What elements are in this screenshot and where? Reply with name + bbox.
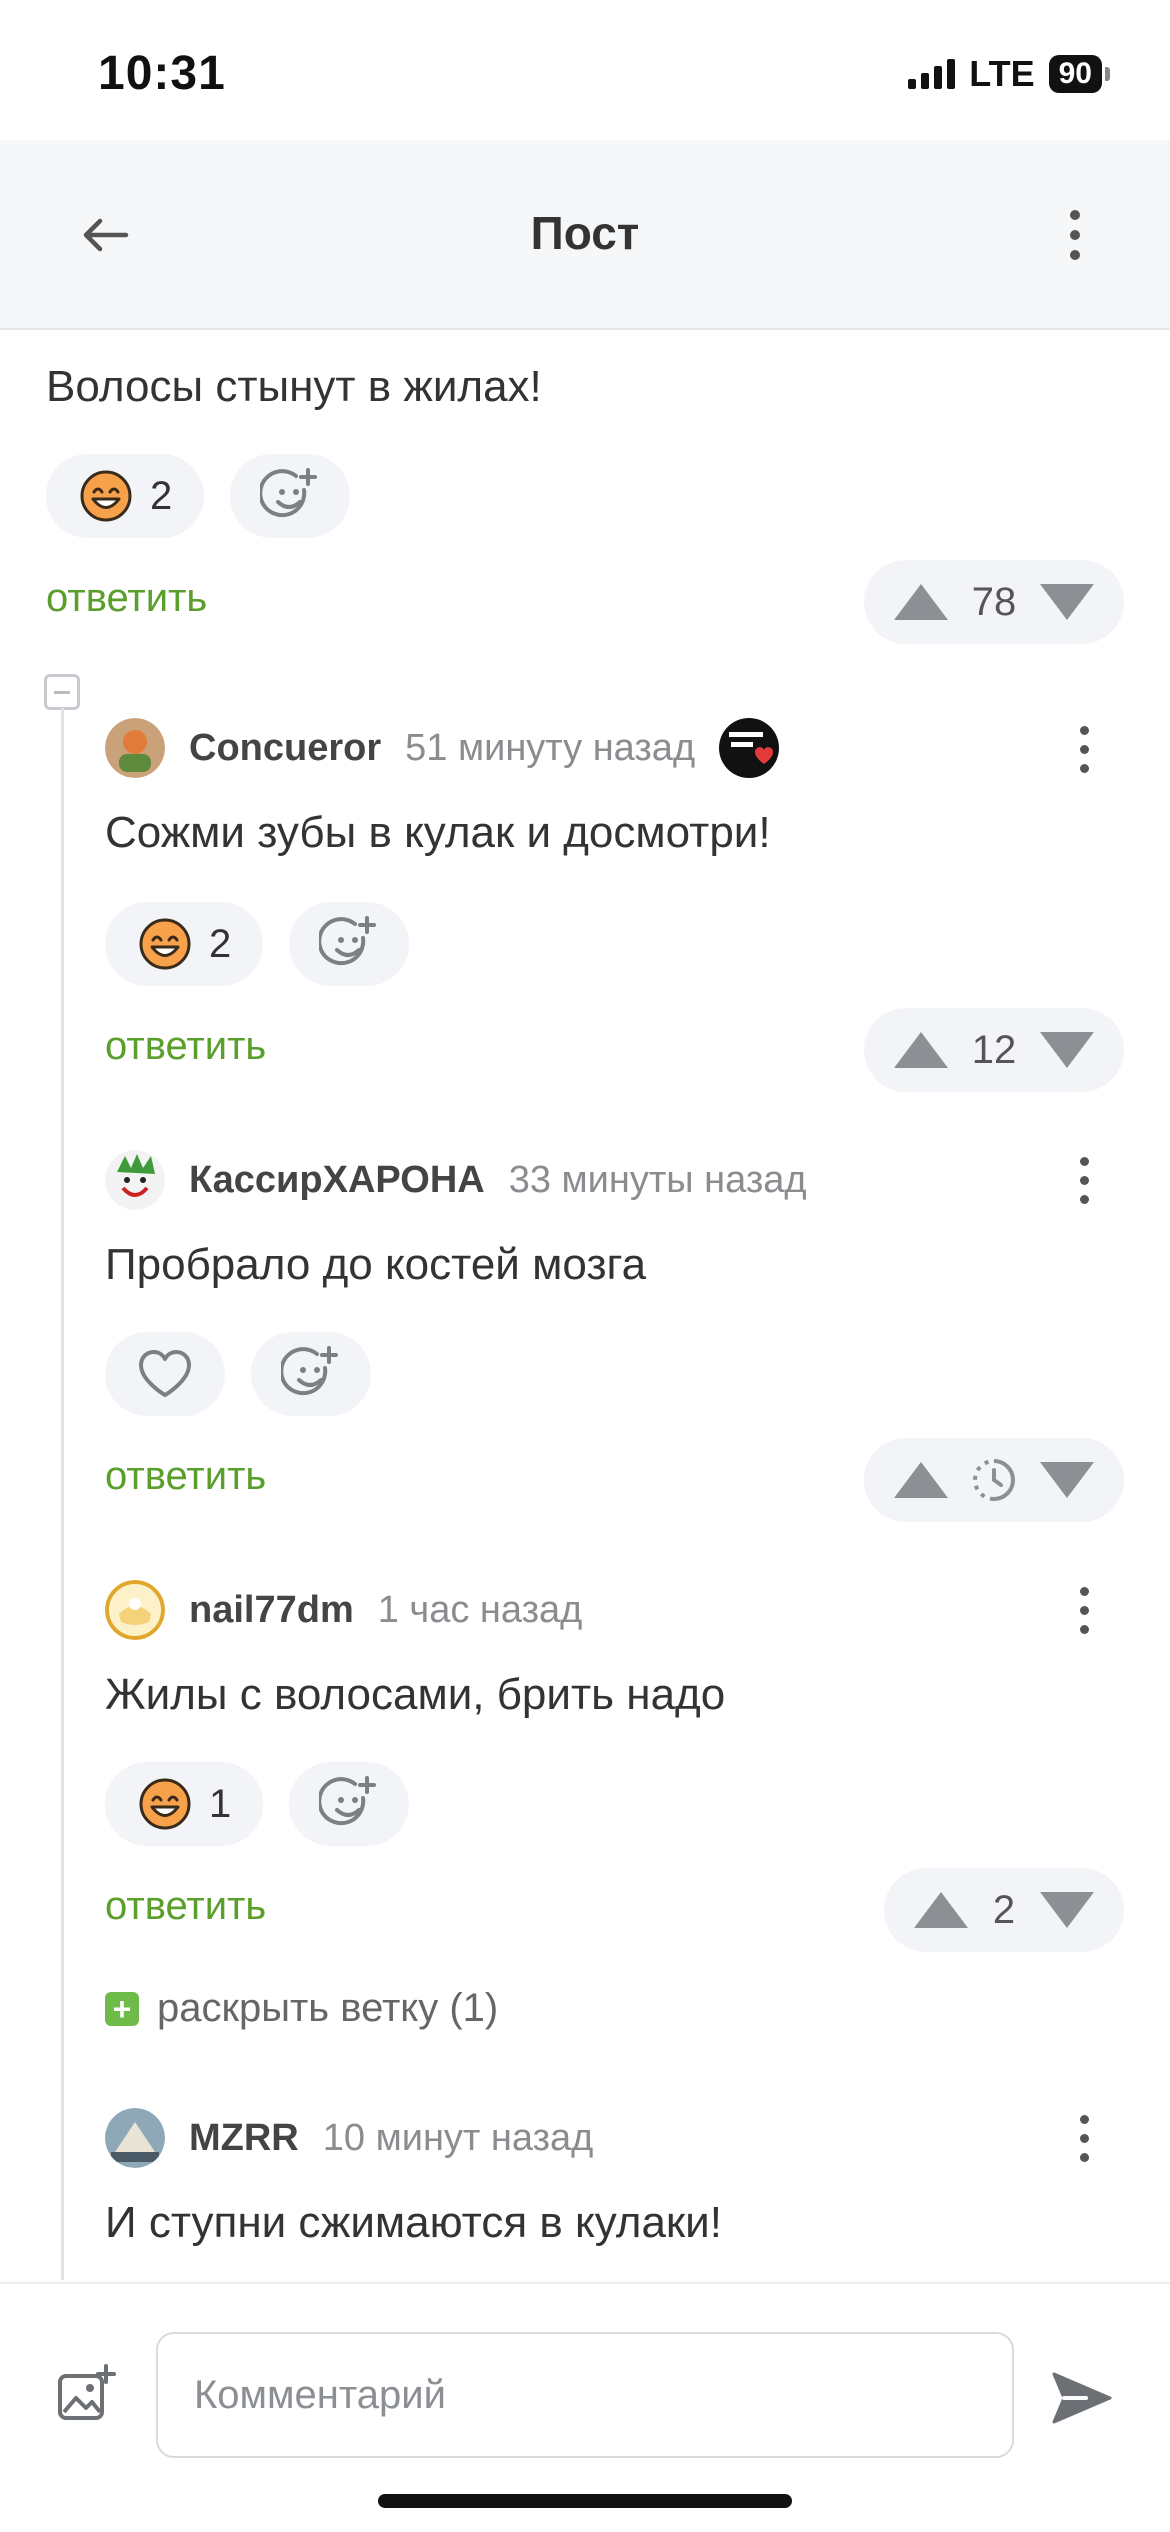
vote-box bbox=[864, 1438, 1124, 1522]
downvote-icon[interactable] bbox=[1040, 584, 1094, 620]
comment-text: Пробрало до костей мозга bbox=[105, 1240, 647, 1289]
battery-icon: 90 bbox=[1048, 55, 1110, 93]
comment-header: nail77dm 1 час назад bbox=[105, 1580, 582, 1640]
network-label: LTE bbox=[969, 53, 1035, 94]
add-image-icon bbox=[58, 2364, 116, 2420]
battery-level: 90 bbox=[1048, 55, 1102, 93]
comment-menu-button[interactable] bbox=[1064, 2103, 1104, 2173]
add-emoji-icon bbox=[260, 468, 318, 518]
reaction-pill[interactable]: 2 bbox=[105, 902, 264, 986]
add-reaction-button[interactable] bbox=[251, 1332, 371, 1416]
comment-time: 33 минуты назад bbox=[508, 1158, 807, 1201]
upvote-icon[interactable] bbox=[914, 1892, 968, 1928]
comment-time: 1 час назад bbox=[377, 1588, 583, 1631]
comment-time: 10 минут назад bbox=[322, 2116, 594, 2159]
reaction-bar: 2 bbox=[46, 454, 351, 538]
reply-link[interactable]: ответить bbox=[46, 576, 207, 621]
reaction-bar bbox=[105, 1332, 371, 1416]
smiling-face-icon bbox=[139, 1778, 191, 1830]
comment-input[interactable] bbox=[156, 2332, 1014, 2458]
avatar[interactable] bbox=[105, 1580, 165, 1640]
rating-value: 78 bbox=[971, 579, 1017, 624]
reply-link[interactable]: ответить bbox=[105, 1884, 266, 1929]
reaction-bar: 2 bbox=[105, 902, 410, 986]
collapse-thread-button[interactable] bbox=[44, 674, 80, 710]
more-vertical-icon bbox=[1070, 210, 1080, 260]
downvote-icon[interactable] bbox=[1040, 1462, 1094, 1498]
author-name[interactable]: MZRR bbox=[189, 2117, 299, 2160]
comment-menu-button[interactable] bbox=[1064, 714, 1104, 784]
signal-icon bbox=[908, 59, 956, 89]
rating-value: 2 bbox=[992, 1887, 1016, 1932]
thread-line[interactable] bbox=[61, 708, 64, 2280]
avatar[interactable] bbox=[105, 718, 165, 778]
page-title: Пост bbox=[530, 207, 640, 259]
send-button[interactable] bbox=[1050, 2368, 1114, 2428]
add-emoji-icon bbox=[319, 1776, 377, 1826]
vote-box: 78 bbox=[864, 560, 1124, 644]
upvote-icon[interactable] bbox=[894, 584, 948, 620]
reply-link[interactable]: ответить bbox=[105, 1454, 266, 1499]
comment-time: 51 минуту назад bbox=[405, 726, 696, 769]
comment-composer bbox=[0, 2282, 1170, 2532]
reaction-pill[interactable]: 1 bbox=[105, 1762, 264, 1846]
author-name[interactable]: Concueror bbox=[189, 727, 381, 770]
vote-box: 2 bbox=[884, 1868, 1124, 1952]
vote-box: 12 bbox=[864, 1008, 1124, 1092]
expand-branch-label: раскрыть ветку (1) bbox=[157, 1986, 499, 2030]
status-indicators: LTE 90 bbox=[908, 53, 1110, 94]
author-name[interactable]: КассирХАРОНА bbox=[189, 1159, 485, 1202]
comment-text: Жилы с волосами, брить надо bbox=[105, 1670, 726, 1719]
upvote-icon[interactable] bbox=[894, 1462, 948, 1498]
comment-menu-button[interactable] bbox=[1064, 1145, 1104, 1215]
avatar[interactable] bbox=[105, 2108, 165, 2168]
pending-rating-icon bbox=[973, 1459, 1015, 1501]
downvote-icon[interactable] bbox=[1040, 1032, 1094, 1068]
reaction-pill[interactable]: 2 bbox=[46, 454, 205, 538]
comment-header: Concueror 51 минуту назад bbox=[105, 718, 780, 778]
upvote-icon[interactable] bbox=[894, 1032, 948, 1068]
home-indicator bbox=[378, 2494, 792, 2508]
smiling-face-icon bbox=[80, 470, 132, 522]
comment-text: Сожми зубы в кулак и досмотри! bbox=[105, 808, 771, 857]
expand-branch-button[interactable]: + раскрыть ветку (1) bbox=[105, 1986, 498, 2031]
heart-icon bbox=[139, 1350, 191, 1397]
add-emoji-icon bbox=[281, 1346, 338, 1396]
plus-icon: + bbox=[105, 1991, 139, 2026]
status-time: 10:31 bbox=[98, 47, 226, 100]
add-reaction-button[interactable] bbox=[289, 902, 410, 986]
reply-link[interactable]: ответить bbox=[105, 1024, 266, 1069]
comment-header: КассирХАРОНА 33 минуты назад bbox=[105, 1150, 807, 1210]
smiling-face-icon bbox=[139, 918, 191, 970]
reaction-count: 1 bbox=[209, 1781, 232, 1826]
reaction-bar: 1 bbox=[105, 1762, 410, 1846]
send-icon bbox=[1052, 2372, 1112, 2424]
rating-value: 12 bbox=[971, 1027, 1017, 1072]
top-bar: Пост bbox=[0, 140, 1170, 330]
comment-text: И ступни сжимаются в кулаки! bbox=[105, 2198, 722, 2247]
add-emoji-icon bbox=[319, 916, 377, 966]
comment-header: MZRR 10 минут назад bbox=[105, 2108, 593, 2168]
reaction-count: 2 bbox=[209, 921, 232, 966]
avatar[interactable] bbox=[105, 1150, 165, 1210]
more-menu-button[interactable] bbox=[1040, 200, 1110, 270]
reaction-count: 2 bbox=[150, 473, 173, 518]
downvote-icon[interactable] bbox=[1040, 1892, 1094, 1928]
comment-text: Волосы стынут в жилах! bbox=[46, 362, 542, 411]
add-reaction-button[interactable] bbox=[289, 1762, 410, 1846]
status-bar: 10:31 LTE 90 bbox=[0, 0, 1170, 140]
community-badge-icon bbox=[719, 718, 780, 778]
add-reaction-button[interactable] bbox=[230, 454, 351, 538]
like-button[interactable] bbox=[105, 1332, 225, 1416]
comment-menu-button[interactable] bbox=[1064, 1575, 1104, 1645]
author-name[interactable]: nail77dm bbox=[189, 1589, 354, 1632]
comments-feed: Волосы стынут в жилах! 2 ответить 78 Con… bbox=[0, 330, 1170, 2280]
attach-image-button[interactable] bbox=[56, 2364, 116, 2424]
